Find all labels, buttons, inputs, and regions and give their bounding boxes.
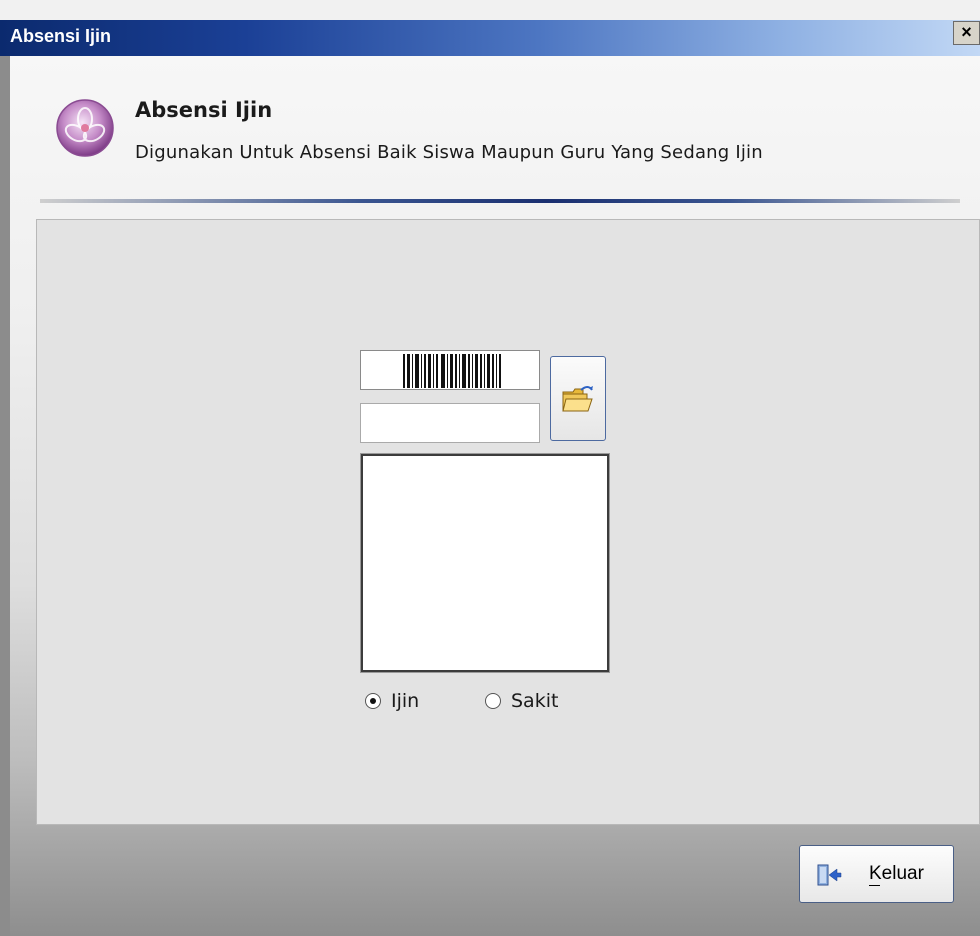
radio-ijin-indicator[interactable] [365, 693, 381, 709]
dialog-content: Absensi Ijin Digunakan Untuk Absensi Bai… [10, 56, 980, 936]
app-window: Absensi Ijin × Absensi Ijin Digunakan Un… [0, 0, 980, 936]
flower-logo-icon [56, 99, 114, 157]
page-subtitle: Digunakan Untuk Absensi Baik Siswa Maupu… [135, 142, 763, 163]
radio-sakit-indicator[interactable] [485, 693, 501, 709]
form-panel: Ijin Sakit [36, 219, 980, 825]
page-title: Absensi Ijin [135, 98, 273, 122]
header-separator [40, 199, 960, 203]
exit-door-icon [817, 864, 842, 886]
radio-ijin-label: Ijin [391, 690, 420, 712]
radio-ijin[interactable]: Ijin [365, 690, 419, 712]
exit-button[interactable]: Keluar [799, 845, 954, 903]
close-button[interactable]: × [953, 21, 980, 45]
window-frame-left [0, 56, 10, 936]
window-title: Absensi Ijin [10, 26, 112, 46]
exit-mnemonic-underline [869, 885, 880, 886]
radio-sakit[interactable]: Sakit [485, 690, 558, 712]
radio-sakit-label: Sakit [511, 690, 559, 712]
photo-preview [360, 453, 610, 673]
barcode-icon [361, 351, 539, 389]
exit-label: Keluar [869, 863, 924, 884]
title-bar[interactable]: Absensi Ijin [0, 20, 980, 56]
barcode-input[interactable] [360, 350, 540, 390]
student-id-input[interactable] [360, 403, 540, 443]
open-file-button[interactable] [550, 356, 606, 441]
open-folder-icon [562, 386, 593, 412]
